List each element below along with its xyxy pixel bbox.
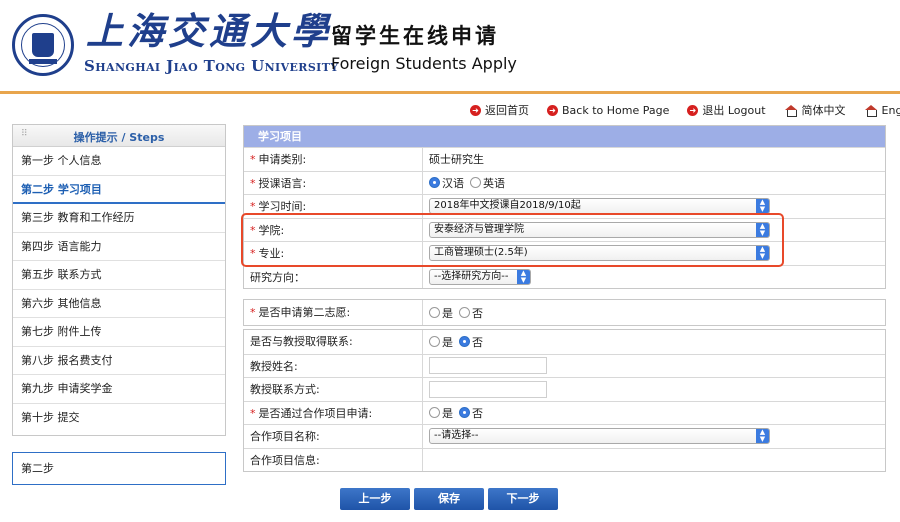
steps-sidebar: ⠿ 操作提示 / Steps 第一步 个人信息 第二步 学习项目 第三步 教育和… <box>12 124 226 436</box>
coop-row: * 是否通过合作项目申请: 是 否 <box>244 400 885 424</box>
step-1-personal-info[interactable]: 第一步 个人信息 <box>13 147 225 176</box>
required-mark: * <box>250 176 256 190</box>
university-seal-logo <box>12 14 74 76</box>
prof-contact-row: 教授联系方式: <box>244 377 885 401</box>
apply-type-row: * 申请类别: 硕士研究生 <box>244 147 885 171</box>
prof-contact-input[interactable] <box>429 380 547 398</box>
coop-name-row: 合作项目名称: --请选择-- ▲ ▼ <box>244 424 885 448</box>
coop-radio-no[interactable]: 否 <box>459 405 483 421</box>
contact-prof-radio-yes[interactable]: 是 <box>429 334 453 350</box>
step-9-scholarship[interactable]: 第九步 申请奖学金 <box>13 375 225 404</box>
second-choice-radio-no[interactable]: 否 <box>459 305 483 321</box>
app-title-cn: 留学生在线申请 <box>331 24 499 48</box>
study-time-label: 学习时间: <box>258 200 307 213</box>
current-step-box: 第二步 <box>12 452 226 485</box>
language-label: 授课语言: <box>258 176 307 190</box>
coop-info-row: 合作项目信息: <box>244 447 885 471</box>
study-time-select[interactable]: 2018年中文授课自2018/9/10起 ▲ ▼ <box>429 198 770 215</box>
coop-name-label: 合作项目名称: <box>250 430 320 443</box>
university-name-cn: 上海交通大學 <box>86 9 332 53</box>
research-direction-select[interactable]: --选择研究方向-- ▲ ▼ <box>429 268 531 285</box>
page-header: 上海交通大學 Shanghai Jiao Tong University 留学生… <box>0 0 900 90</box>
app-title-en: Foreign Students Apply <box>331 54 517 73</box>
step-3-education-work[interactable]: 第三步 教育和工作经历 <box>13 204 225 233</box>
select-arrows-icon: ▲ ▼ <box>756 199 769 214</box>
prof-name-label: 教授姓名: <box>250 359 298 373</box>
language-row: * 授课语言: 汉语 英语 <box>244 170 885 194</box>
home-icon <box>864 104 878 117</box>
steps-title: 操作提示 / Steps <box>73 131 165 144</box>
coop-radio-yes[interactable]: 是 <box>429 405 453 421</box>
back-home-cn-link[interactable]: ➜ 返回首页 <box>470 102 529 118</box>
header-divider <box>0 91 900 94</box>
apply-type-value: 硕士研究生 <box>429 153 484 167</box>
select-arrows-icon: ▲ ▼ <box>756 429 769 444</box>
coop-label: 是否通过合作项目申请: <box>258 406 373 420</box>
coop-name-select[interactable]: --请选择-- ▲ ▼ <box>429 428 770 445</box>
required-mark: * <box>250 406 256 420</box>
select-arrows-icon: ▲ ▼ <box>517 269 530 284</box>
step-10-submit[interactable]: 第十步 提交 <box>13 404 225 433</box>
back-home-en-link[interactable]: ➜ Back to Home Page <box>547 104 669 117</box>
second-choice-row: * 是否申请第二志愿: 是 否 <box>244 300 885 325</box>
highlight-box <box>241 213 784 267</box>
contact-prof-label: 是否与教授取得联系: <box>250 335 353 348</box>
required-mark: * <box>250 153 256 166</box>
step-5-contact[interactable]: 第五步 联系方式 <box>13 261 225 290</box>
second-choice-radio-yes[interactable]: 是 <box>429 305 453 321</box>
step-7-attachments[interactable]: 第七步 附件上传 <box>13 318 225 347</box>
home-icon <box>784 104 798 117</box>
contact-prof-radio-no[interactable]: 否 <box>459 334 483 350</box>
top-links: ➜ 返回首页 ➜ Back to Home Page ➜ 退出 Logout 简… <box>470 102 900 118</box>
save-button[interactable]: 保存 <box>414 488 484 510</box>
step-6-other-info[interactable]: 第六步 其他信息 <box>13 290 225 318</box>
arrow-right-icon: ➜ <box>547 104 558 116</box>
required-mark: * <box>250 306 256 319</box>
logout-link[interactable]: ➜ 退出 Logout <box>687 102 766 118</box>
prev-step-button[interactable]: 上一步 <box>340 488 410 510</box>
language-radio-english[interactable]: 英语 <box>470 175 505 191</box>
lang-english-link[interactable]: English <box>864 104 900 117</box>
contact-prof-row: 是否与教授取得联系: 是 否 <box>244 330 885 354</box>
apply-type-label: 申请类别: <box>258 153 307 166</box>
step-2-study-program[interactable]: 第二步 学习项目 <box>13 176 225 204</box>
prof-contact-label: 教授联系方式: <box>250 383 320 396</box>
lang-chinese-link[interactable]: 简体中文 <box>784 102 846 118</box>
contact-panel: 是否与教授取得联系: 是 否 教授姓名: 教授联系方式: * 是否通过合作项目申请… <box>243 329 886 472</box>
step-8-fee-payment[interactable]: 第八步 报名费支付 <box>13 347 225 375</box>
steps-header: ⠿ 操作提示 / Steps <box>13 125 225 147</box>
required-mark: * <box>250 200 256 213</box>
language-radio-chinese[interactable]: 汉语 <box>429 175 464 191</box>
step-4-language[interactable]: 第四步 语言能力 <box>13 233 225 261</box>
coop-info-label: 合作项目信息: <box>250 453 320 467</box>
research-direction-row: 研究方向： --选择研究方向-- ▲ ▼ <box>244 264 885 288</box>
university-name-en: Shanghai Jiao Tong University <box>84 57 339 75</box>
arrow-right-icon: ➜ <box>470 104 481 116</box>
second-choice-label: 是否申请第二志愿: <box>258 306 351 319</box>
next-step-button[interactable]: 下一步 <box>488 488 558 510</box>
second-choice-panel: * 是否申请第二志愿: 是 否 <box>243 299 886 326</box>
prof-name-input[interactable] <box>429 357 547 375</box>
panel-title: 学习项目 <box>244 126 885 147</box>
research-direction-label: 研究方向： <box>250 270 305 284</box>
prof-name-row: 教授姓名: <box>244 353 885 377</box>
arrow-right-icon: ➜ <box>687 104 699 116</box>
